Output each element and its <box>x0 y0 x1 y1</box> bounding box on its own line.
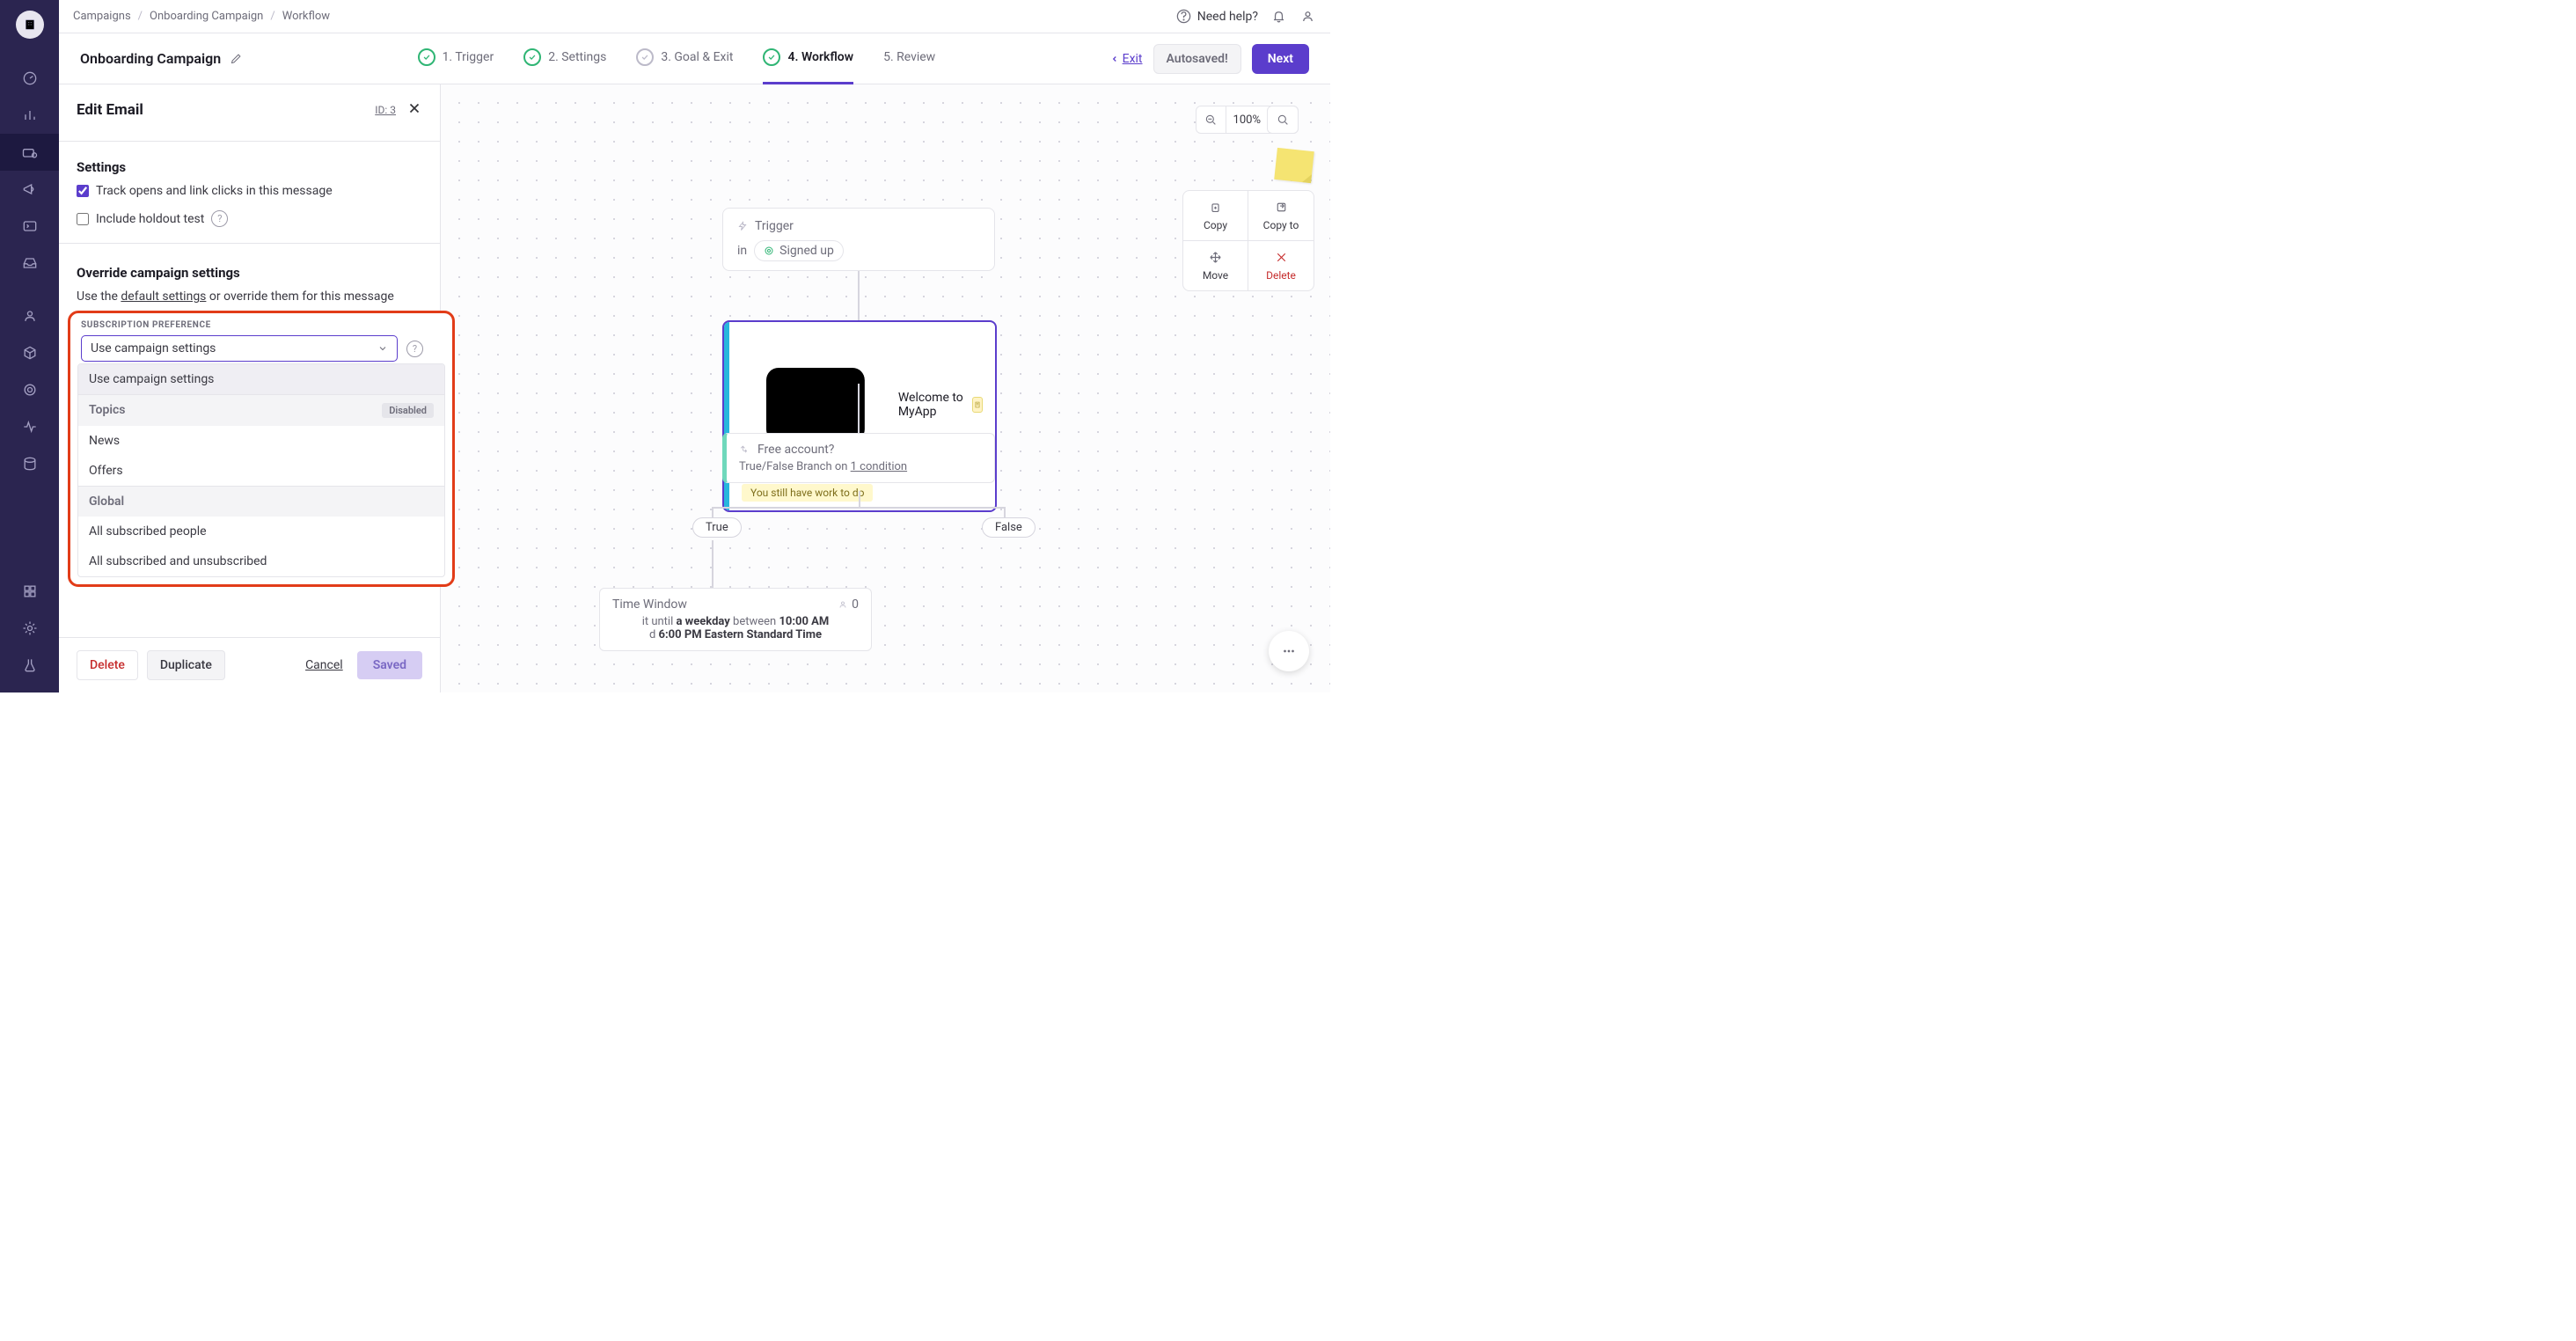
doc-icon <box>972 397 983 413</box>
nav-campaigns-icon[interactable] <box>0 134 59 171</box>
group-topics: TopicsDisabled <box>78 394 444 426</box>
condition-link[interactable]: 1 condition <box>851 460 907 473</box>
option-news[interactable]: News <box>78 426 444 456</box>
topbar: Campaigns / Onboarding Campaign / Workfl… <box>59 0 1330 33</box>
nav-objects-icon[interactable] <box>0 334 59 371</box>
chevron-down-icon <box>377 343 388 354</box>
next-button[interactable]: Next <box>1252 44 1309 74</box>
true-pill: True <box>692 517 742 538</box>
nav-data-icon[interactable] <box>0 445 59 482</box>
nav-analytics-icon[interactable] <box>0 97 59 134</box>
zoom-out-icon[interactable] <box>1197 106 1226 134</box>
copyto-action[interactable]: Copy to <box>1248 191 1314 241</box>
more-fab[interactable] <box>1269 631 1309 671</box>
workspace-avatar[interactable] <box>16 11 44 39</box>
subscription-pref-select[interactable]: Use campaign settings <box>81 335 398 362</box>
workflow-canvas[interactable]: 100% Copy Copy to Move Delete <box>441 84 1330 692</box>
nav-dashboard-icon[interactable] <box>0 60 59 97</box>
nav-settings-icon[interactable] <box>0 610 59 647</box>
group-global: Global <box>78 486 444 517</box>
zoom-level: 100% <box>1226 114 1268 127</box>
left-nav <box>0 0 59 692</box>
panel-title: Edit Email <box>77 101 143 119</box>
step-settings[interactable]: 2. Settings <box>523 33 606 84</box>
copy-action[interactable]: Copy <box>1183 191 1248 241</box>
crumb-onboarding[interactable]: Onboarding Campaign <box>150 10 263 23</box>
step-workflow[interactable]: 4. Workflow <box>763 33 853 84</box>
help-text: Need help? <box>1197 10 1258 24</box>
option-all-sub-unsub[interactable]: All subscribed and unsubscribed <box>78 546 444 576</box>
subscription-pref-dropdown: Use campaign settings TopicsDisabled New… <box>77 363 445 577</box>
override-desc: Use the default settings or override the… <box>77 289 422 304</box>
autosaved-badge: Autosaved! <box>1153 44 1241 74</box>
step-trigger[interactable]: 1. Trigger <box>418 33 494 84</box>
settings-label: Settings <box>77 159 422 175</box>
close-icon[interactable] <box>406 100 422 120</box>
time-window-node[interactable]: Time Window 0 it until a weekday between… <box>599 588 872 651</box>
message-id[interactable]: ID: 3 <box>375 104 396 116</box>
subpref-help-icon[interactable]: ? <box>406 341 423 357</box>
panel-footer: Delete Duplicate Cancel Saved <box>59 637 440 692</box>
nav-inbox-icon[interactable] <box>0 245 59 282</box>
nav-people-icon[interactable] <box>0 297 59 334</box>
delete-button[interactable]: Delete <box>77 650 138 680</box>
option-offers[interactable]: Offers <box>78 456 444 486</box>
option-all-subscribed[interactable]: All subscribed people <box>78 517 444 546</box>
edit-icon[interactable] <box>230 52 243 65</box>
account-icon[interactable] <box>1299 8 1316 25</box>
step-review[interactable]: 5. Review <box>883 33 935 84</box>
track-opens-checkbox[interactable]: Track opens and link clicks in this mess… <box>77 184 422 198</box>
exit-link[interactable]: Exit <box>1110 52 1143 66</box>
sticky-note[interactable] <box>1274 148 1314 183</box>
crumb-workflow: Workflow <box>282 10 330 23</box>
saved-button: Saved <box>357 651 422 679</box>
nav-segments-icon[interactable] <box>0 371 59 408</box>
subscription-pref-label: SUBSCRIPTION PREFERENCE <box>81 320 445 330</box>
cancel-link[interactable]: Cancel <box>305 658 343 672</box>
campaign-title: Onboarding Campaign <box>80 50 243 67</box>
branch-node[interactable]: Free account? True/False Branch on 1 con… <box>722 433 995 483</box>
holdout-help-icon[interactable]: ? <box>211 210 228 227</box>
holdout-checkbox[interactable]: Include holdout test ? <box>77 210 422 227</box>
help-icon <box>1175 8 1192 25</box>
breadcrumb: Campaigns / Onboarding Campaign / Workfl… <box>73 10 330 23</box>
notifications-icon[interactable] <box>1270 8 1287 25</box>
delete-action[interactable]: Delete <box>1248 241 1314 290</box>
highlight-box: SUBSCRIPTION PREFERENCE Use campaign set… <box>68 311 455 587</box>
help-link[interactable]: Need help? <box>1175 8 1258 25</box>
email-node[interactable]: Welcome to MyApp You still have work to … <box>722 320 997 512</box>
crumb-campaigns[interactable]: Campaigns <box>73 10 131 23</box>
nav-labs-icon[interactable] <box>0 647 59 684</box>
default-settings-link[interactable]: default settings <box>121 289 206 304</box>
node-actions: Copy Copy to Move Delete <box>1182 190 1314 291</box>
person-icon <box>838 599 848 610</box>
nav-broadcasts-icon[interactable] <box>0 171 59 208</box>
duplicate-button[interactable]: Duplicate <box>147 650 225 680</box>
false-pill: False <box>982 517 1036 538</box>
trigger-node[interactable]: Trigger inSigned up <box>722 208 995 271</box>
override-title: Override campaign settings <box>77 265 422 281</box>
search-icon[interactable] <box>1268 106 1298 134</box>
side-panel: Edit Email ID: 3 Settings Track opens an… <box>59 84 441 692</box>
move-action[interactable]: Move <box>1183 241 1248 290</box>
option-use-campaign[interactable]: Use campaign settings <box>78 364 444 394</box>
stepbar: Onboarding Campaign 1. Trigger 2. Settin… <box>59 33 1330 84</box>
nav-activity-icon[interactable] <box>0 408 59 445</box>
nav-collections-icon[interactable] <box>0 573 59 610</box>
nav-console-icon[interactable] <box>0 208 59 245</box>
step-goal[interactable]: 3. Goal & Exit <box>636 33 733 84</box>
